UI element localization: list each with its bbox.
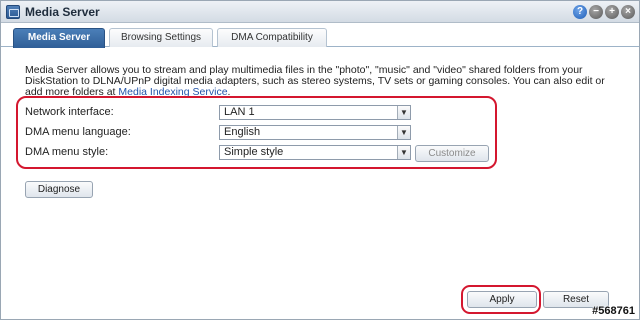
media-server-app-icon (6, 5, 20, 19)
window-title: Media Server (25, 5, 100, 19)
form-highlight-annotation (16, 96, 497, 169)
watermark-text: #568761 (592, 305, 635, 317)
description-text: Media Server allows you to stream and pl… (25, 65, 615, 98)
title-bar: Media Server ? − + × (1, 1, 639, 23)
minimize-icon[interactable]: − (589, 5, 603, 19)
description-body: Media Server allows you to stream and pl… (25, 64, 605, 98)
media-server-window: Media Server ? − + × Media Server Browsi… (0, 0, 640, 320)
help-icon[interactable]: ? (573, 5, 587, 19)
tab-dma-compatibility[interactable]: DMA Compatibility (217, 28, 327, 47)
close-icon[interactable]: × (621, 5, 635, 19)
tab-strip: Media Server Browsing Settings DMA Compa… (1, 23, 639, 48)
maximize-icon[interactable]: + (605, 5, 619, 19)
tab-browsing-settings[interactable]: Browsing Settings (109, 28, 213, 47)
apply-highlight-annotation (461, 285, 541, 314)
tab-media-server[interactable]: Media Server (13, 28, 105, 48)
diagnose-button[interactable]: Diagnose (25, 181, 93, 198)
